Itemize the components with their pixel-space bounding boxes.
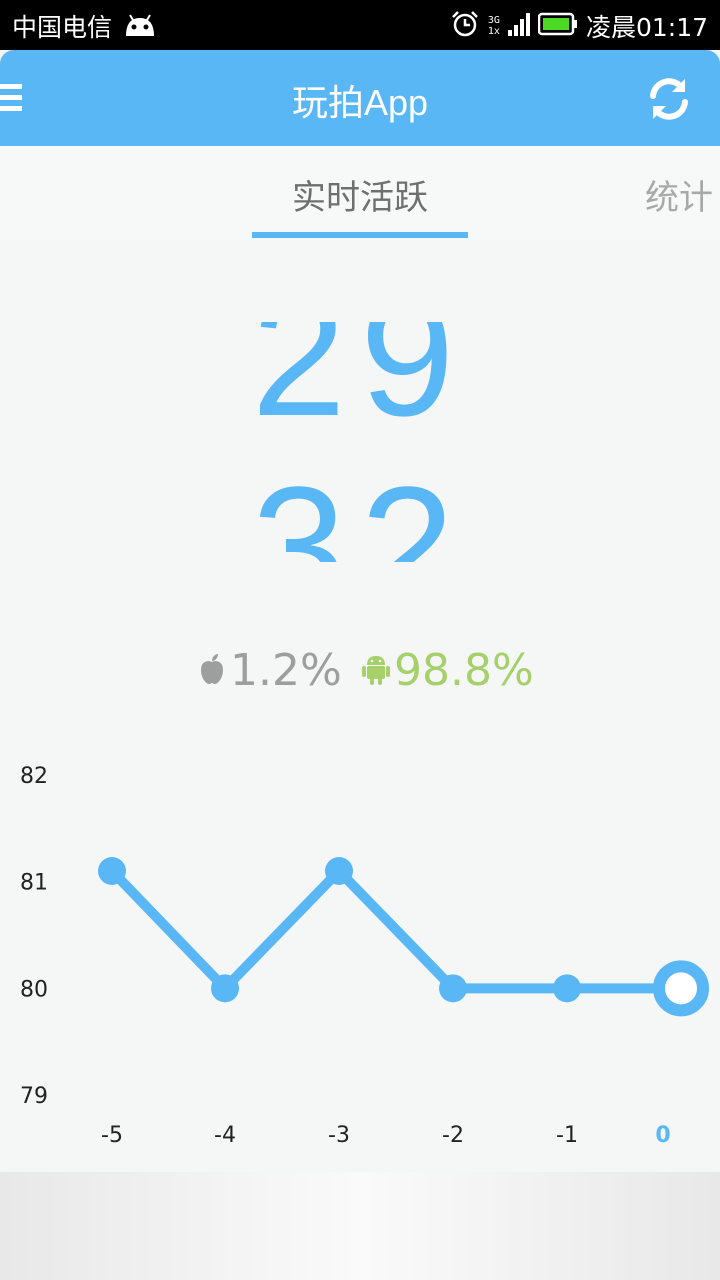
data-point[interactable] <box>439 974 467 1003</box>
network-indicator: 3G 1x <box>487 15 500 37</box>
ios-share-value: 1.2% <box>230 645 342 696</box>
android-share-value: 98.8% <box>394 645 534 696</box>
battery-icon <box>537 12 578 40</box>
y-tick-label: 81 <box>20 871 48 896</box>
counter-current-value: 29 <box>251 322 469 452</box>
apple-icon <box>198 645 230 696</box>
tab-statistics[interactable]: 统计 <box>645 170 713 219</box>
clock-time: 凌晨01:17 <box>585 13 708 42</box>
data-point[interactable] <box>211 974 239 1003</box>
tab-realtime-active[interactable]: 实时活跃 <box>252 170 468 219</box>
carrier-label: 中国电信 <box>12 13 113 42</box>
data-point[interactable] <box>325 857 353 885</box>
x-tick-label: -1 <box>556 1123 578 1148</box>
android-icon <box>362 645 394 696</box>
app-title: 玩拍App <box>291 82 429 123</box>
data-point[interactable] <box>98 857 126 885</box>
series-line <box>108 866 681 994</box>
android-share: 98.8% <box>362 645 534 696</box>
x-tick-label: 0 <box>655 1123 670 1148</box>
refresh-icon[interactable] <box>644 74 694 124</box>
signal-icon <box>507 12 530 40</box>
app-bar: 玩拍App <box>0 50 720 146</box>
x-tick-label: -5 <box>101 1123 123 1148</box>
y-tick-label: 82 <box>20 764 48 789</box>
alarm-icon <box>450 9 480 43</box>
x-tick-label: -4 <box>214 1123 236 1148</box>
platform-shares: 1.2% 98.8% <box>0 645 720 705</box>
counter-next-value: 32 <box>251 452 469 562</box>
ios-share: 1.2% <box>198 645 342 696</box>
active-user-counter: 29 32 <box>200 322 520 562</box>
activity-line-chart: 82 81 80 79 -5 -4 -3 -2 -1 0 <box>0 740 720 1170</box>
x-tick-label: -2 <box>442 1123 464 1148</box>
tab-indicator <box>252 232 468 238</box>
bottom-panel <box>0 1172 720 1280</box>
tab-bar: 实时活跃 统计 <box>0 146 720 240</box>
highlighted-data-point[interactable] <box>653 960 709 1017</box>
data-point[interactable] <box>553 974 581 1003</box>
status-bar: 中国电信 3G 1x 凌晨01:17 <box>0 0 720 50</box>
x-tick-label: -3 <box>328 1123 350 1148</box>
y-tick-label: 80 <box>20 977 48 1002</box>
chart-svg: 82 81 80 79 -5 -4 -3 -2 -1 0 <box>20 764 709 1148</box>
y-tick-label: 79 <box>20 1084 48 1109</box>
android-notification-icon <box>122 12 158 42</box>
